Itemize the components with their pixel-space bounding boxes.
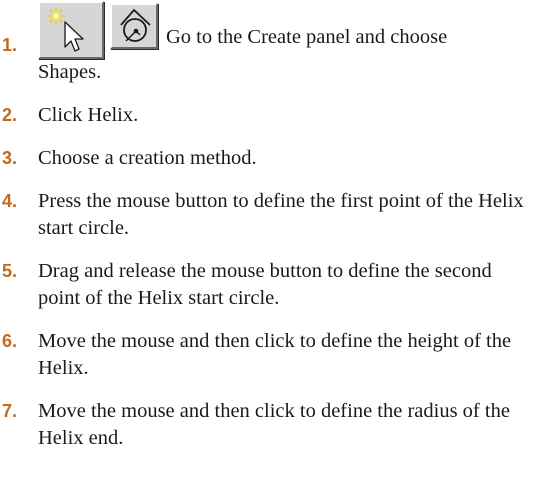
step-text: Drag and release the mouse button to def… bbox=[38, 260, 492, 309]
step-5: 5. Drag and release the mouse button to … bbox=[0, 258, 535, 312]
step-3: 3. Choose a creation method. bbox=[0, 145, 535, 172]
step-number: 2. bbox=[2, 105, 18, 125]
step-text: Move the mouse and then click to define … bbox=[38, 400, 510, 449]
step-number: 7. bbox=[2, 401, 18, 421]
step-1: 1. Go to the Create panel and choose Sha… bbox=[0, 0, 535, 86]
step-text: Click Helix. bbox=[38, 104, 139, 126]
step-number: 3. bbox=[2, 148, 18, 168]
instruction-document: 1. Go to the Create panel and choose Sha… bbox=[0, 0, 535, 468]
shapes-button[interactable] bbox=[110, 3, 158, 49]
step-1-first-line: Go to the Create panel and choose bbox=[38, 0, 535, 59]
create-panel-icon bbox=[47, 7, 84, 52]
step-text-continued: Shapes. bbox=[38, 61, 102, 83]
step-6: 6. Move the mouse and then click to defi… bbox=[0, 328, 535, 382]
step-2: 2. Click Helix. bbox=[0, 102, 535, 129]
step-text: Choose a creation method. bbox=[38, 147, 257, 169]
step-text: Move the mouse and then click to define … bbox=[38, 330, 512, 379]
step-text: Go to the Create panel and choose bbox=[166, 26, 448, 48]
step-number: 5. bbox=[2, 261, 18, 281]
step-number: 6. bbox=[2, 331, 18, 351]
create-panel-button[interactable] bbox=[38, 1, 104, 59]
step-number: 4. bbox=[2, 191, 18, 211]
step-text: Press the mouse button to define the fir… bbox=[38, 190, 524, 239]
step-4: 4. Press the mouse button to define the … bbox=[0, 188, 535, 242]
shapes-icon bbox=[120, 9, 151, 42]
step-7: 7. Move the mouse and then click to defi… bbox=[0, 398, 535, 452]
step-number: 1. bbox=[2, 35, 18, 55]
